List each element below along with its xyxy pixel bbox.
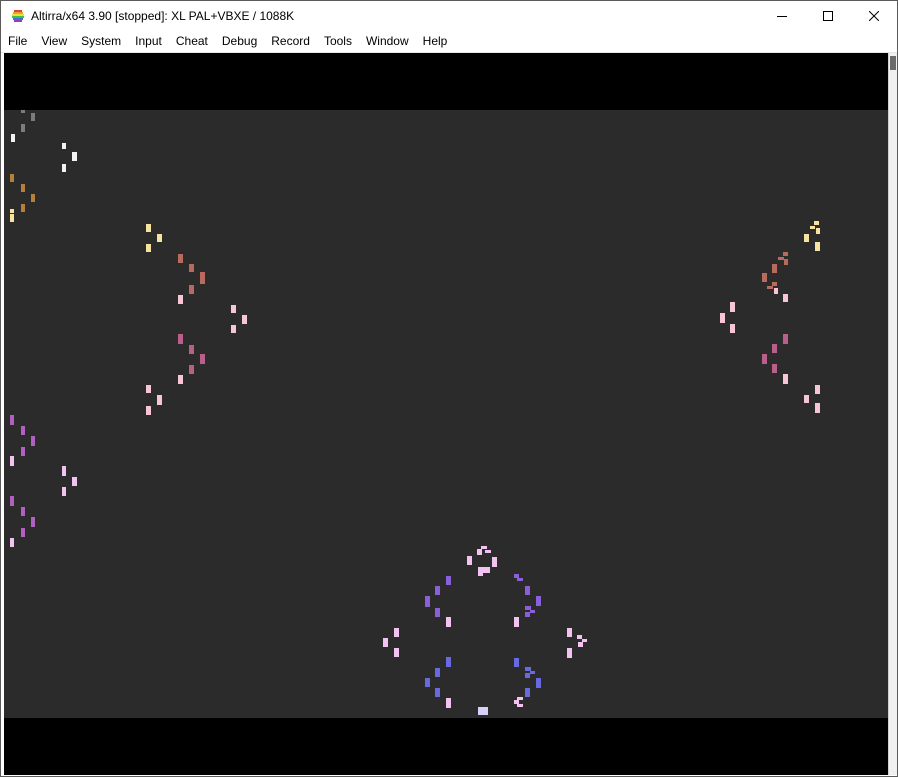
altirra-rainbow-icon xyxy=(11,9,25,23)
menu-record[interactable]: Record xyxy=(264,31,317,52)
sprite-cluster-right xyxy=(720,221,820,413)
maximize-button[interactable] xyxy=(805,1,851,31)
menu-bar: File View System Input Cheat Debug Recor… xyxy=(1,31,897,53)
sprite-cluster-top-left xyxy=(10,110,77,222)
emulator-display[interactable] xyxy=(4,53,888,775)
menu-system[interactable]: System xyxy=(74,31,128,52)
menu-cheat[interactable]: Cheat xyxy=(169,31,215,52)
menu-debug[interactable]: Debug xyxy=(215,31,264,52)
menu-file[interactable]: File xyxy=(1,31,34,52)
vertical-scrollbar[interactable] xyxy=(888,53,897,775)
menu-tools[interactable]: Tools xyxy=(317,31,359,52)
close-button[interactable] xyxy=(851,1,897,31)
menu-window[interactable]: Window xyxy=(359,31,416,52)
title-bar[interactable]: Altirra/x64 3.90 [stopped]: XL PAL+VBXE … xyxy=(1,1,897,31)
window-title: Altirra/x64 3.90 [stopped]: XL PAL+VBXE … xyxy=(31,9,295,23)
sprite-cluster-lower-left xyxy=(10,415,77,547)
playfield xyxy=(4,110,888,718)
sprite-cluster-bottom-center xyxy=(383,546,587,715)
minimize-button[interactable] xyxy=(759,1,805,31)
maximize-icon xyxy=(823,11,833,21)
emulator-window: Altirra/x64 3.90 [stopped]: XL PAL+VBXE … xyxy=(0,0,898,777)
minimize-icon xyxy=(777,16,787,17)
close-icon xyxy=(869,11,879,21)
sprite-layer xyxy=(10,110,820,715)
menu-input[interactable]: Input xyxy=(128,31,169,52)
menu-view[interactable]: View xyxy=(34,31,74,52)
scrollbar-thumb[interactable] xyxy=(890,56,896,70)
sprite-cluster-left-center xyxy=(146,224,247,415)
menu-help[interactable]: Help xyxy=(416,31,455,52)
